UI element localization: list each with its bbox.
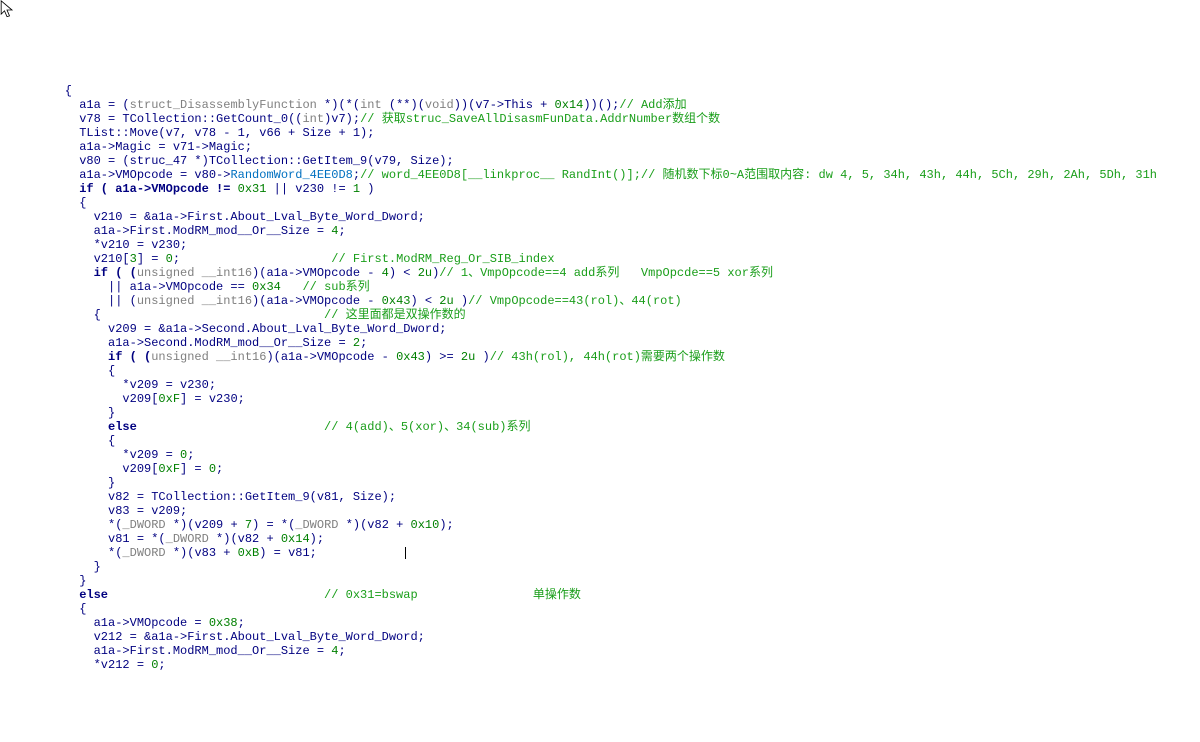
code-line: v78 = TCollection::GetCount_0((int)v7);/… — [36, 112, 720, 126]
code-line: *(_DWORD *)(v209 + 7) = *(_DWORD *)(v82 … — [36, 518, 454, 532]
code-line: a1a = (struct_DisassemblyFunction *)(*(i… — [36, 98, 687, 112]
code-line: { — [36, 84, 72, 98]
code-line: } — [36, 560, 101, 574]
code-line: v82 = TCollection::GetItem_9(v81, Size); — [36, 490, 396, 504]
code-line: else // 4(add)、5(xor)、34(sub)系列 — [36, 420, 530, 434]
text-caret-icon — [405, 547, 406, 559]
code-line: v209[0xF] = v230; — [36, 392, 245, 406]
code-line: { // 这里面都是双操作数的 — [36, 308, 466, 322]
code-line: || (unsigned __int16)(a1a->VMOpcode - 0x… — [36, 294, 682, 308]
code-line: *v212 = 0; — [36, 658, 166, 672]
code-line: { — [36, 434, 115, 448]
code-line: a1a->VMOpcode = v80->RandomWord_4EE0D8;/… — [36, 168, 1157, 182]
code-line: *v209 = 0; — [36, 448, 194, 462]
code-line: *v209 = v230; — [36, 378, 216, 392]
code-line: v210 = &a1a->First.About_Lval_Byte_Word_… — [36, 210, 425, 224]
code-line: || a1a->VMOpcode == 0x34 // sub系列 — [36, 280, 370, 294]
code-line: *(_DWORD *)(v83 + 0xB) = v81; — [36, 546, 406, 560]
code-line: } — [36, 476, 115, 490]
code-viewport[interactable]: { a1a = (struct_DisassemblyFunction *)(*… — [0, 84, 1200, 672]
code-line: a1a->First.ModRM_mod__Or__Size = 4; — [36, 644, 346, 658]
code-line: v210[3] = 0; // First.ModRM_Reg_Or_SIB_i… — [36, 252, 555, 266]
code-line: TList::Move(v7, v78 - 1, v66 + Size + 1)… — [36, 126, 374, 140]
code-line: a1a->Second.ModRM_mod__Or__Size = 2; — [36, 336, 367, 350]
code-line: if ( a1a->VMOpcode != 0x31 || v230 != 1 … — [36, 182, 374, 196]
code-line: { — [36, 196, 86, 210]
code-line: } — [36, 406, 115, 420]
code-line: *v210 = v230; — [36, 238, 187, 252]
code-line: v212 = &a1a->First.About_Lval_Byte_Word_… — [36, 630, 425, 644]
code-line: v83 = v209; — [36, 504, 187, 518]
code-line: a1a->First.ModRM_mod__Or__Size = 4; — [36, 224, 346, 238]
mouse-cursor-icon — [0, 0, 14, 20]
code-line: v81 = *(_DWORD *)(v82 + 0x14); — [36, 532, 324, 546]
code-line: v209[0xF] = 0; — [36, 462, 223, 476]
code-line: v209 = &a1a->Second.About_Lval_Byte_Word… — [36, 322, 446, 336]
code-line: { — [36, 602, 86, 616]
code-line: if ( (unsigned __int16)(a1a->VMOpcode - … — [36, 266, 773, 280]
code-line: v80 = (struc_47 *)TCollection::GetItem_9… — [36, 154, 454, 168]
code-line: else // 0x31=bswap 单操作数 — [36, 588, 581, 602]
code-line: a1a->Magic = v71->Magic; — [36, 140, 252, 154]
code-line: if ( (unsigned __int16)(a1a->VMOpcode - … — [36, 350, 725, 364]
code-line: } — [36, 574, 86, 588]
code-line: a1a->VMOpcode = 0x38; — [36, 616, 245, 630]
code-line: { — [36, 364, 115, 378]
